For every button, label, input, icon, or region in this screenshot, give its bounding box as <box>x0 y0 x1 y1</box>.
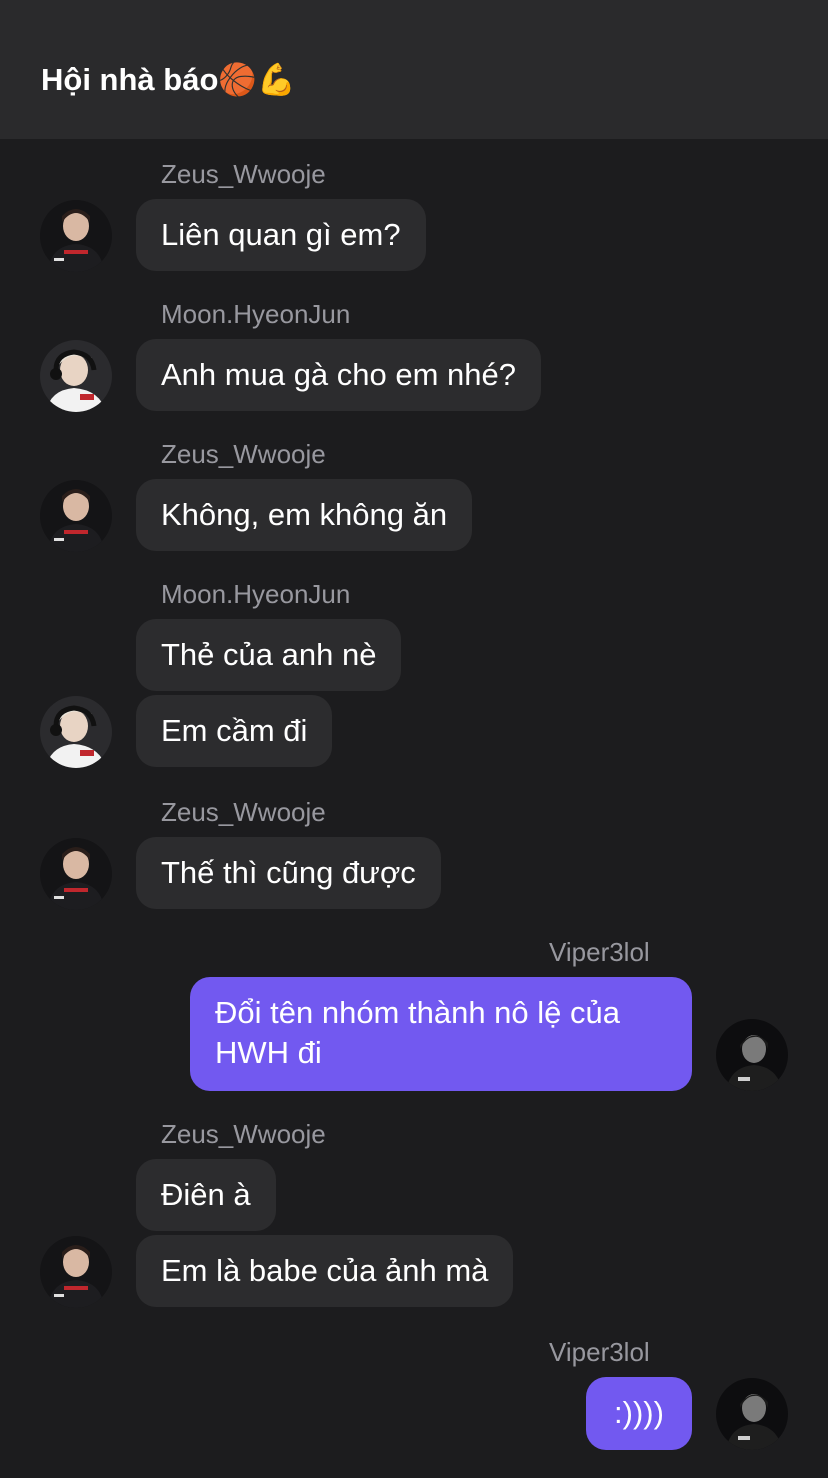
message-bubble[interactable]: Anh mua gà cho em nhé? <box>136 339 542 411</box>
message-bubble[interactable]: Liên quan gì em? <box>136 199 426 271</box>
avatar-zeus[interactable] <box>40 200 112 272</box>
avatar-moon[interactable] <box>40 696 112 768</box>
sender-name: Viper3lol <box>549 937 650 967</box>
message-bubble[interactable]: Em cầm đi <box>136 695 333 767</box>
sender-name: Zeus_Wwooje <box>161 1119 326 1149</box>
avatar-moon[interactable] <box>40 340 112 412</box>
avatar-viper[interactable] <box>716 1019 788 1091</box>
sender-name: Zeus_Wwooje <box>161 439 326 469</box>
sender-name: Moon.HyeonJun <box>161 299 351 329</box>
avatar-zeus[interactable] <box>40 838 112 910</box>
sender-name: Zeus_Wwooje <box>161 797 326 827</box>
message-bubble[interactable]: Em là babe của ảnh mà <box>136 1235 514 1307</box>
avatar-zeus[interactable] <box>40 480 112 552</box>
sender-name: Viper3lol <box>549 1337 650 1367</box>
chat-header: Hội nhà báo🏀💪 <box>0 0 828 139</box>
sender-name: Zeus_Wwooje <box>161 159 326 189</box>
group-title[interactable]: Hội nhà báo🏀💪 <box>41 60 296 100</box>
sender-name: Moon.HyeonJun <box>161 579 351 609</box>
message-bubble[interactable]: Điên à <box>136 1159 276 1231</box>
avatar-zeus[interactable] <box>40 1236 112 1308</box>
message-bubble-outgoing[interactable]: Đổi tên nhóm thành nô lệ của HWH đi <box>190 977 692 1091</box>
avatar-viper[interactable] <box>716 1378 788 1450</box>
message-bubble[interactable]: Không, em không ăn <box>136 479 473 551</box>
message-bubble-outgoing[interactable]: :)))) <box>586 1377 692 1450</box>
message-bubble[interactable]: Thẻ của anh nè <box>136 619 402 691</box>
message-bubble[interactable]: Thế thì cũng được <box>136 837 441 909</box>
